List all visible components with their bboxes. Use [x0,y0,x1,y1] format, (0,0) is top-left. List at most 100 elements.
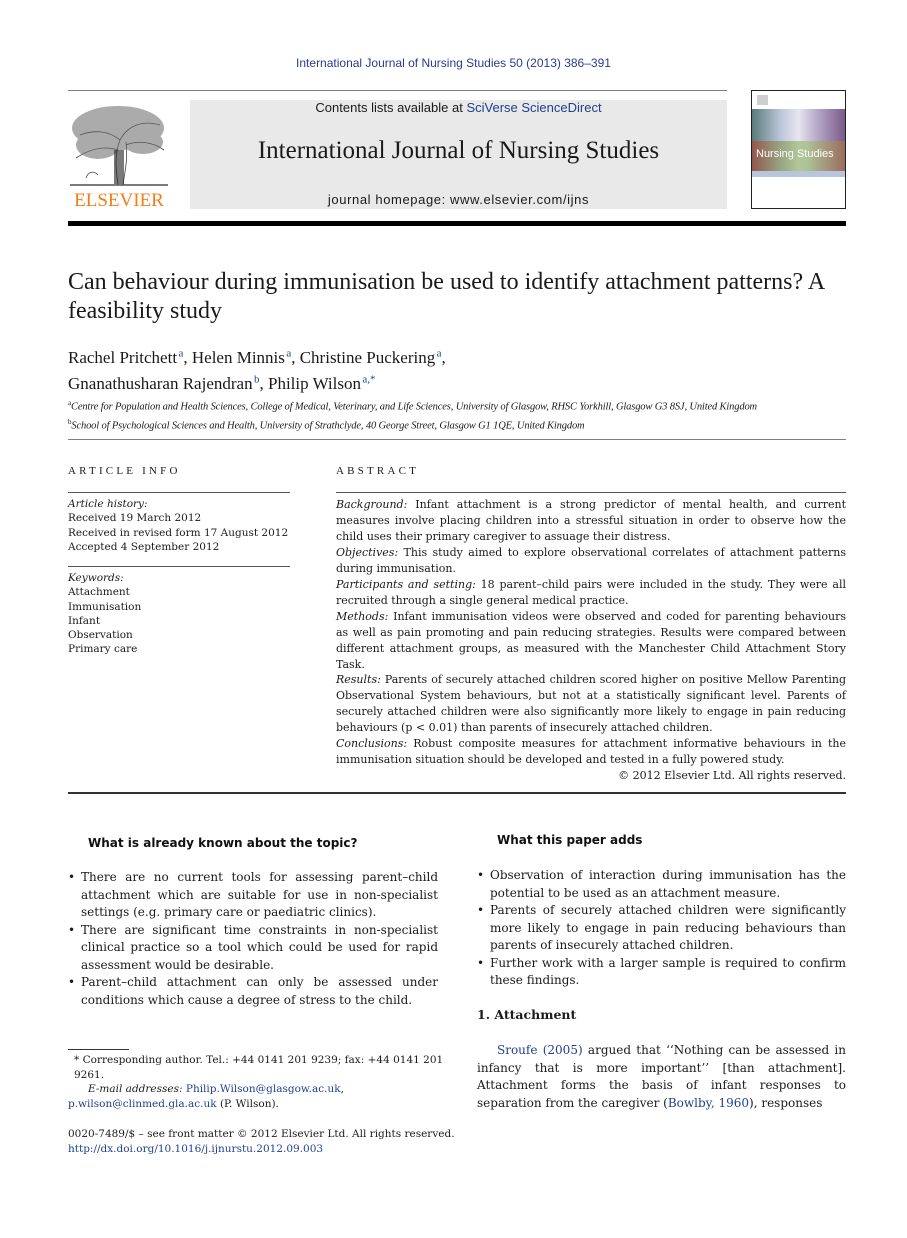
footnote-rule [68,1049,129,1050]
contents-line: Contents lists available at SciVerse Sci… [190,100,727,115]
abstract-objectives: Objectives: This study aimed to explore … [336,545,846,577]
list-item: There are no current tools for assessing… [68,869,438,922]
front-matter: 0020-7489/$ – see front matter © 2012 El… [68,1127,458,1157]
citation-link[interactable]: Bowlby, 1960 [668,1096,749,1110]
body-text: ), responses [749,1095,823,1110]
abstract-text: Robust composite measures for attachment… [336,737,846,767]
divider [68,439,846,440]
corresponding-author-note: * Corresponding author. Tel.: +44 0141 2… [74,1054,444,1081]
journal-homepage: journal homepage: www.elsevier.com/ijns [190,192,727,207]
keyword: Infant [68,614,101,627]
email-link[interactable]: Philip.Wilson@glasgow.ac.uk [186,1083,341,1095]
list-item: Observation of interaction during immuni… [477,867,846,902]
abstract-copyright: © 2012 Elsevier Ltd. All rights reserved… [618,769,846,783]
cover-publisher-logo [757,95,768,105]
adds-box-list: Observation of interaction during immuni… [477,867,846,990]
abstract-text: Parents of securely attached children sc… [336,673,846,735]
email-note: E-mail addresses: Philip.Wilson@glasgow.… [68,1082,448,1097]
affiliations: aCentre for Population and Health Scienc… [68,396,858,434]
footnotes: * Corresponding author. Tel.: +44 0141 2… [68,1053,448,1111]
divider [336,492,846,493]
journal-title: International Journal of Nursing Studies [257,137,660,164]
elsevier-wordmark: ELSEVIER [74,190,164,211]
keywords: Keywords: Attachment Immunisation Infant… [68,571,290,657]
section-body: Sroufe (2005) argued that ‘‘Nothing can … [477,1042,846,1112]
email-separator: , [340,1083,344,1095]
list-item: Parent–child attachment can only be asse… [68,974,438,1009]
affiliation-text: Centre for Population and Health Science… [70,401,757,413]
author: Helen Minnis a, [191,347,300,367]
abstract-label: Methods: [336,609,389,623]
abstract-conclusions: Conclusions: Robust composite measures f… [336,736,846,768]
keyword: Primary care [68,643,138,656]
masthead-bottom-rule [68,221,846,226]
abstract-body: Background: Infant attachment is a stron… [336,497,846,784]
known-box-list: There are no current tools for assessing… [68,869,438,1009]
list-item: Parents of securely attached children we… [477,902,846,955]
author: Christine Puckering a, [299,347,446,367]
divider [68,492,290,493]
keyword: Immunisation [68,600,142,613]
tree-icon [70,106,168,186]
abstract-methods: Methods: Infant immunisation videos were… [336,609,846,673]
homepage-url-link[interactable]: www.elsevier.com/ijns [450,192,589,207]
author: Rachel Pritchett a, [68,347,192,367]
author-separator: , [183,347,192,367]
abstract-text: Infant immunisation videos were observed… [336,609,846,671]
abstract-label: Conclusions: [336,737,408,751]
author-name: Philip Wilson [268,374,361,394]
abstract-heading: ABSTRACT [336,465,420,477]
abstract-background: Background: Infant attachment is a stron… [336,497,846,545]
abstract-label: Background: [336,498,408,511]
journal-cover-thumbnail[interactable]: Nursing Studies [751,90,846,209]
affiliation: aCentre for Population and Health Scienc… [68,396,858,415]
divider [68,566,290,567]
list-item: There are significant time constraints i… [68,922,438,975]
author-name: Christine Puckering [299,347,436,367]
cover-band [752,171,845,177]
email-owner: (P. Wilson). [216,1097,279,1110]
author-name: Gnanathusharan Rajendran [68,374,253,394]
email-note-cont: p.wilson@clinmed.gla.ac.uk (P. Wilson). [68,1097,448,1112]
abstract-label: Objectives: [336,545,399,559]
doi-link[interactable]: http://dx.doi.org/10.1016/j.ijnurstu.201… [68,1142,458,1157]
email-label: E-mail addresses: [88,1083,186,1095]
article-history: Article history: Received 19 March 2012 … [68,497,290,554]
running-header-citation[interactable]: International Journal of Nursing Studies… [0,56,907,70]
keyword: Observation [68,629,133,642]
author: Philip Wilson a,* [268,374,376,394]
keyword: Attachment [68,586,130,599]
abstract-participants: Participants and setting: 18 parent–chil… [336,577,846,609]
citation-link[interactable]: Sroufe (2005) [497,1043,583,1057]
author-name: Rachel Pritchett [68,347,178,367]
list-item: Further work with a larger sample is req… [477,955,846,990]
abstract-text: This study aimed to explore observationa… [336,545,846,575]
masthead-top-rule [68,90,727,91]
author-separator: , [259,374,268,394]
affiliation-marker[interactable]: a,* [362,374,375,386]
author-separator: , [441,347,446,367]
sciencedirect-link[interactable]: SciVerse ScienceDirect [466,100,601,115]
section-heading: 1. Attachment [477,1007,577,1022]
contents-prefix: Contents lists available at [315,100,467,115]
divider [68,792,846,794]
author-list: Rachel Pritchett a, Helen Minnis a, Chri… [68,342,848,395]
abstract-text: Infant attachment is a strong predictor … [336,498,846,543]
author-separator: , [291,347,300,367]
abstract-label: Results: [336,673,381,687]
cover-title: Nursing Studies [756,148,834,160]
history-received: Received 19 March 2012 [68,512,202,525]
article-info-heading: ARTICLE INFO [68,465,181,477]
author-name: Helen Minnis [191,347,285,367]
history-accepted: Accepted 4 September 2012 [68,540,220,553]
known-box-heading: What is already known about the topic? [88,836,358,850]
issn-copyright: 0020-7489/$ – see front matter © 2012 El… [68,1128,455,1140]
author: Gnanathusharan Rajendran b, [68,374,268,394]
abstract-results: Results: Parents of securely attached ch… [336,672,846,736]
email-link[interactable]: p.wilson@clinmed.gla.ac.uk [68,1098,217,1110]
affiliation-text: School of Psychological Sciences and Hea… [71,420,585,432]
article-title: Can behaviour during immunisation be use… [68,269,824,324]
article-history-label: Article history: [68,498,148,510]
keywords-label: Keywords: [68,572,124,584]
homepage-label: journal homepage: [327,192,451,207]
